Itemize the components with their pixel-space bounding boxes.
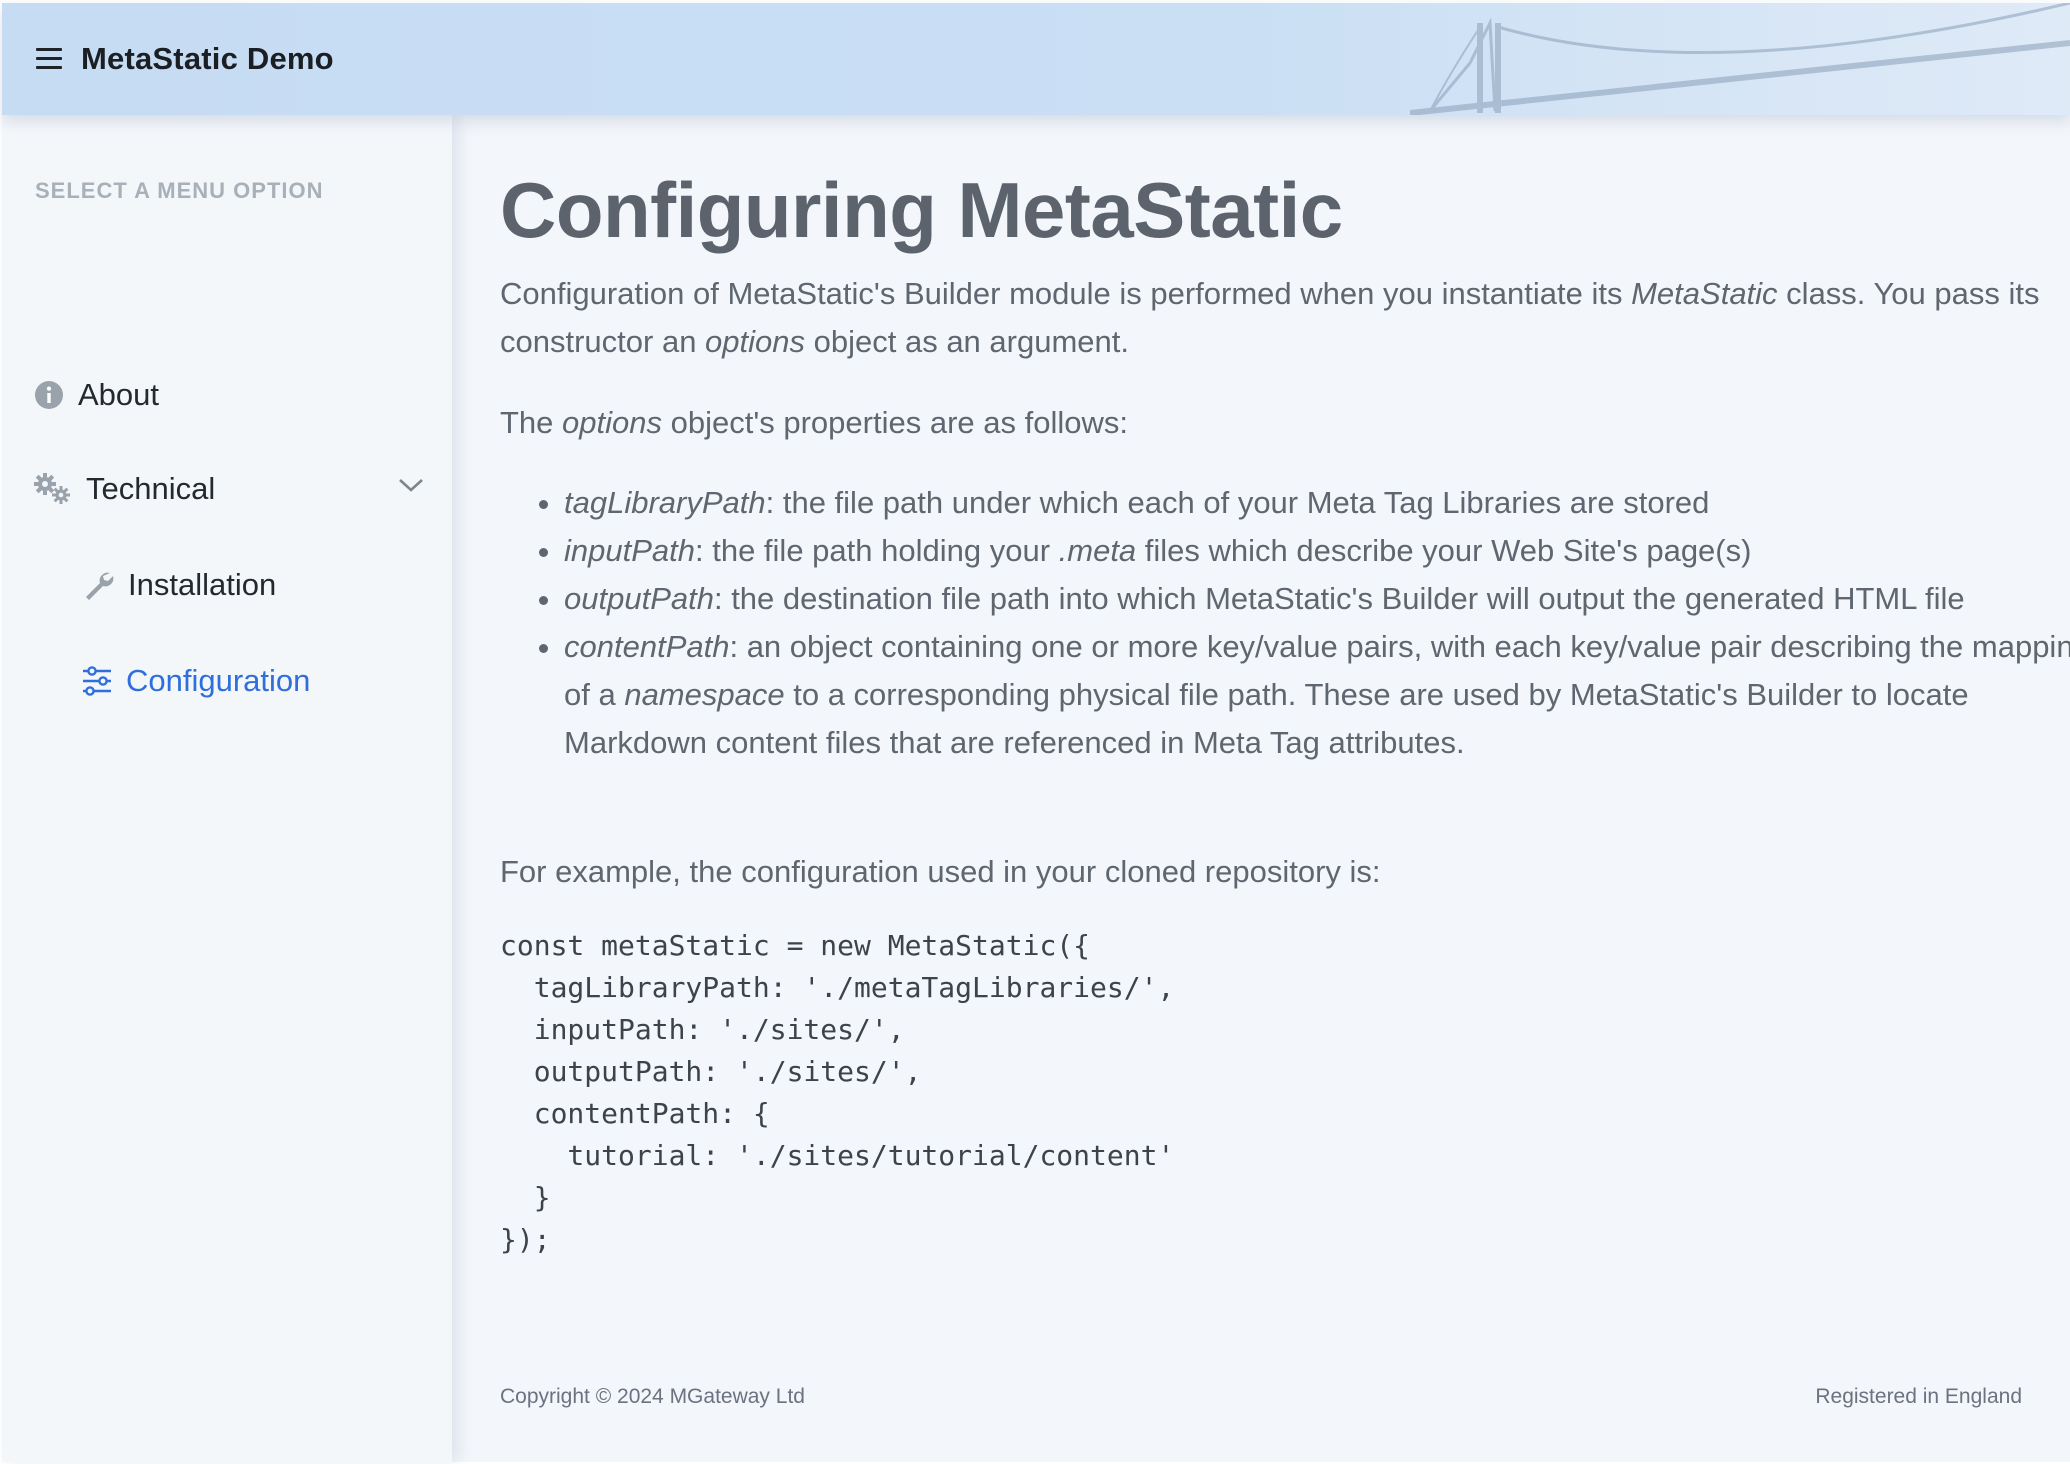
sidebar: SELECT A MENU OPTION About Technical Ins… xyxy=(2,115,452,1462)
bridge-decoration xyxy=(1410,3,2070,115)
sidebar-item-label: Configuration xyxy=(126,663,311,698)
info-icon xyxy=(35,381,63,409)
list-item: contentPath: an object containing one or… xyxy=(564,623,2070,767)
code-block: const metaStatic = new MetaStatic({ tagL… xyxy=(500,929,1175,1256)
sidebar-item-label: Installation xyxy=(128,567,277,602)
intro-paragraph: Configuration of MetaStatic's Builder mo… xyxy=(500,276,2040,359)
sidebar-item-installation[interactable]: Installation xyxy=(82,567,276,603)
chevron-down-icon[interactable] xyxy=(398,477,424,493)
sidebar-item-configuration[interactable]: Configuration xyxy=(82,663,310,699)
properties-list: tagLibraryPath: the file path under whic… xyxy=(500,479,2070,767)
page-title: Configuring MetaStatic xyxy=(500,166,1343,254)
sidebar-item-label: Technical xyxy=(86,471,216,506)
sidebar-item-technical[interactable]: Technical xyxy=(34,471,424,507)
footer-copyright: Copyright © 2024 MGateway Ltd xyxy=(500,1385,805,1408)
content-area: Configuring MetaStatic Configuration of … xyxy=(452,115,2070,1462)
list-item: inputPath: the file path holding your .m… xyxy=(564,527,2070,575)
options-paragraph: The options object's properties are as f… xyxy=(500,405,1128,440)
list-item: outputPath: the destination file path in… xyxy=(564,575,2070,623)
footer-registered: Registered in England xyxy=(1815,1385,2022,1408)
sidebar-item-about[interactable]: About xyxy=(34,377,159,413)
sidebar-item-label: About xyxy=(78,377,160,412)
app-header: MetaStatic Demo xyxy=(2,3,2070,115)
brand-title[interactable]: MetaStatic Demo xyxy=(81,41,334,77)
list-item: tagLibraryPath: the file path under whic… xyxy=(564,479,2070,527)
gears-icon xyxy=(34,473,70,504)
sliders-icon xyxy=(83,666,111,696)
sidebar-heading: SELECT A MENU OPTION xyxy=(35,178,324,203)
example-paragraph: For example, the configuration used in y… xyxy=(500,854,1381,889)
hamburger-icon[interactable] xyxy=(36,48,62,72)
wrench-icon xyxy=(86,572,114,600)
